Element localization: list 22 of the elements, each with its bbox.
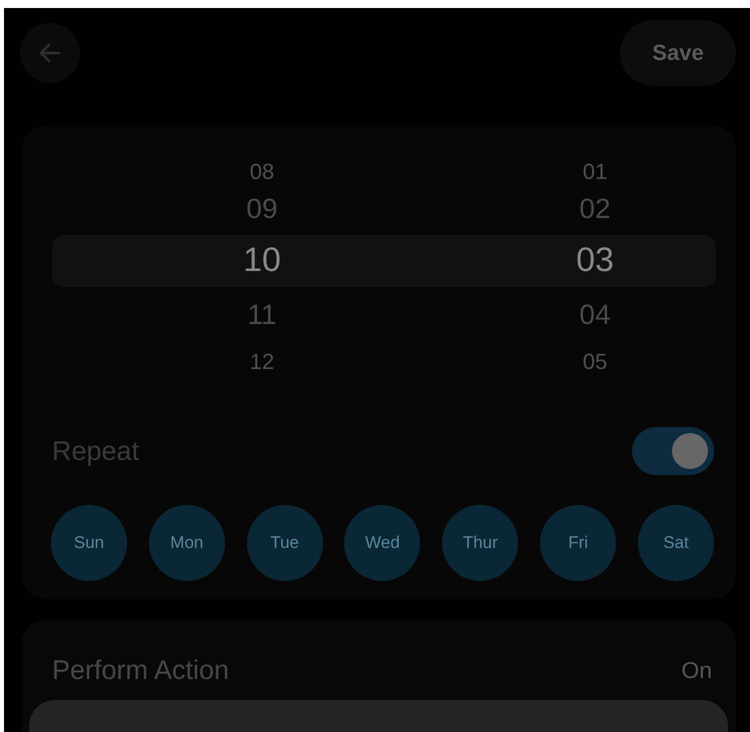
day-button[interactable]: Wed xyxy=(344,505,420,581)
perform-action-value: On xyxy=(681,657,712,684)
time-value[interactable]: 09 xyxy=(246,189,278,235)
time-value[interactable]: 01 xyxy=(582,151,608,189)
repeat-toggle[interactable] xyxy=(632,427,714,475)
day-button[interactable]: Sat xyxy=(638,505,714,581)
day-button[interactable]: Thur xyxy=(442,505,518,581)
selected-time-value[interactable]: 03 xyxy=(576,235,614,295)
time-value[interactable]: 11 xyxy=(247,295,277,341)
back-arrow-icon xyxy=(39,43,61,63)
selected-time-value[interactable]: 10 xyxy=(243,235,281,295)
time-value[interactable]: 12 xyxy=(250,341,274,379)
perform-action-label: Perform Action xyxy=(52,655,230,686)
time-value[interactable]: 08 xyxy=(250,151,274,189)
day-button[interactable]: Tue xyxy=(246,505,323,581)
day-button[interactable]: Fri xyxy=(540,505,616,581)
time-value[interactable]: 05 xyxy=(582,341,608,379)
day-button[interactable]: Mon xyxy=(148,505,225,581)
save-button[interactable]: Save xyxy=(620,20,736,86)
day-button[interactable]: Sun xyxy=(51,505,127,581)
time-value[interactable]: 02 xyxy=(579,189,611,235)
time-value[interactable]: 04 xyxy=(579,295,611,341)
